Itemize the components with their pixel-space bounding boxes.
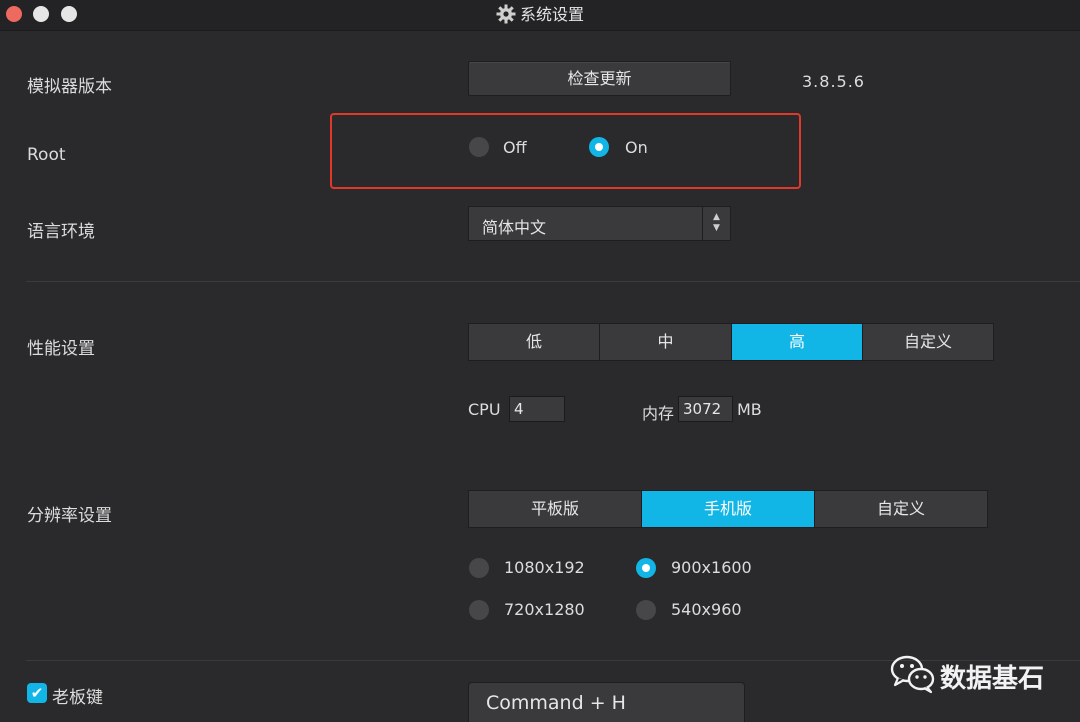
performance-custom-button[interactable]: 自定义 bbox=[863, 324, 993, 360]
resolution-phone-button[interactable]: 手机版 bbox=[642, 491, 815, 527]
resolution-540-radio[interactable] bbox=[636, 600, 656, 620]
root-on-label: On bbox=[625, 138, 648, 157]
version-number: 3.8.5.6 bbox=[802, 72, 865, 91]
performance-low-button[interactable]: 低 bbox=[469, 324, 600, 360]
watermark-text: 数据基石 bbox=[940, 664, 1045, 694]
gear-icon bbox=[496, 4, 516, 24]
resolution-custom-button[interactable]: 自定义 bbox=[815, 491, 987, 527]
language-select[interactable]: 简体中文 ▲ ▼ bbox=[468, 206, 731, 241]
resolution-540-label: 540x960 bbox=[671, 600, 742, 619]
root-highlight-box bbox=[330, 113, 801, 189]
memory-unit: MB bbox=[737, 400, 762, 419]
checkmark-icon: ✔ bbox=[30, 684, 44, 702]
boss-key-label: 老板键 bbox=[52, 688, 103, 708]
section-divider bbox=[26, 281, 1080, 282]
memory-label: 内存 bbox=[642, 404, 675, 423]
title-bar: 系统设置 bbox=[0, 0, 1080, 31]
boss-key-checkbox[interactable]: ✔ bbox=[27, 683, 47, 703]
resolution-segmented-control: 平板版 手机版 自定义 bbox=[468, 490, 988, 528]
wechat-icon bbox=[890, 655, 935, 694]
resolution-1080-label: 1080x192 bbox=[504, 558, 585, 577]
boss-key-shortcut-field[interactable]: Command + H bbox=[468, 682, 745, 722]
resolution-720-label: 720x1280 bbox=[504, 600, 585, 619]
cpu-label: CPU bbox=[468, 400, 501, 419]
language-label: 语言环境 bbox=[27, 222, 95, 242]
cpu-input[interactable]: 4 bbox=[509, 396, 565, 422]
resolution-720-radio[interactable] bbox=[469, 600, 489, 620]
performance-high-button[interactable]: 高 bbox=[732, 324, 863, 360]
resolution-tablet-button[interactable]: 平板版 bbox=[469, 491, 642, 527]
performance-label: 性能设置 bbox=[27, 339, 95, 359]
settings-window: 系统设置 模拟器版本 检查更新 3.8.5.6 Root Off On 语言环境… bbox=[0, 0, 1080, 722]
watermark: 数据基石 bbox=[890, 652, 1060, 696]
performance-medium-button[interactable]: 中 bbox=[600, 324, 732, 360]
root-label: Root bbox=[27, 145, 66, 165]
emulator-version-label: 模拟器版本 bbox=[27, 77, 112, 97]
resolution-900-label: 900x1600 bbox=[671, 558, 752, 577]
root-off-label: Off bbox=[503, 138, 527, 157]
check-update-button[interactable]: 检查更新 bbox=[468, 61, 731, 96]
performance-segmented-control: 低 中 高 自定义 bbox=[468, 323, 994, 361]
window-title-text: 系统设置 bbox=[519, 5, 584, 24]
language-select-value: 简体中文 bbox=[482, 218, 547, 237]
select-stepper-icon: ▲ ▼ bbox=[702, 207, 730, 240]
root-off-radio[interactable] bbox=[469, 137, 489, 157]
memory-input[interactable]: 3072 bbox=[678, 396, 733, 422]
resolution-900-radio[interactable] bbox=[636, 558, 656, 578]
root-on-radio[interactable] bbox=[589, 137, 609, 157]
resolution-1080-radio[interactable] bbox=[469, 558, 489, 578]
window-title: 系统设置 bbox=[0, 4, 1080, 26]
resolution-label: 分辨率设置 bbox=[27, 506, 112, 526]
